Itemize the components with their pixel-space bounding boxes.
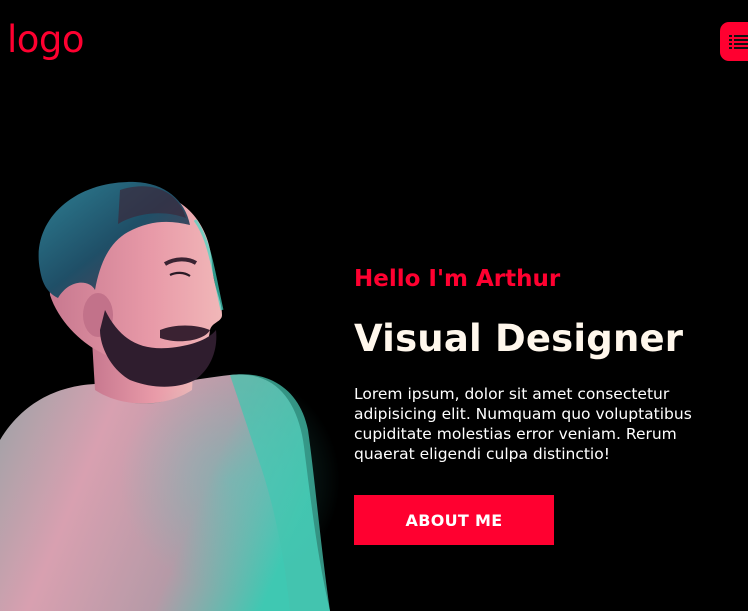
menu-button[interactable] <box>720 22 748 61</box>
logo[interactable]: logo <box>7 16 85 64</box>
greeting: Hello I'm Arthur <box>354 266 561 292</box>
hero-text: Hello I'm Arthur Visual Designer Lorem i… <box>354 262 739 545</box>
portrait-photo <box>0 181 340 611</box>
list-icon <box>729 34 748 49</box>
page-title: Visual Designer <box>354 317 684 360</box>
about-me-button[interactable]: ABOUT ME <box>354 495 554 545</box>
bio-text: Lorem ipsum, dolor sit amet consectetur … <box>354 385 692 463</box>
